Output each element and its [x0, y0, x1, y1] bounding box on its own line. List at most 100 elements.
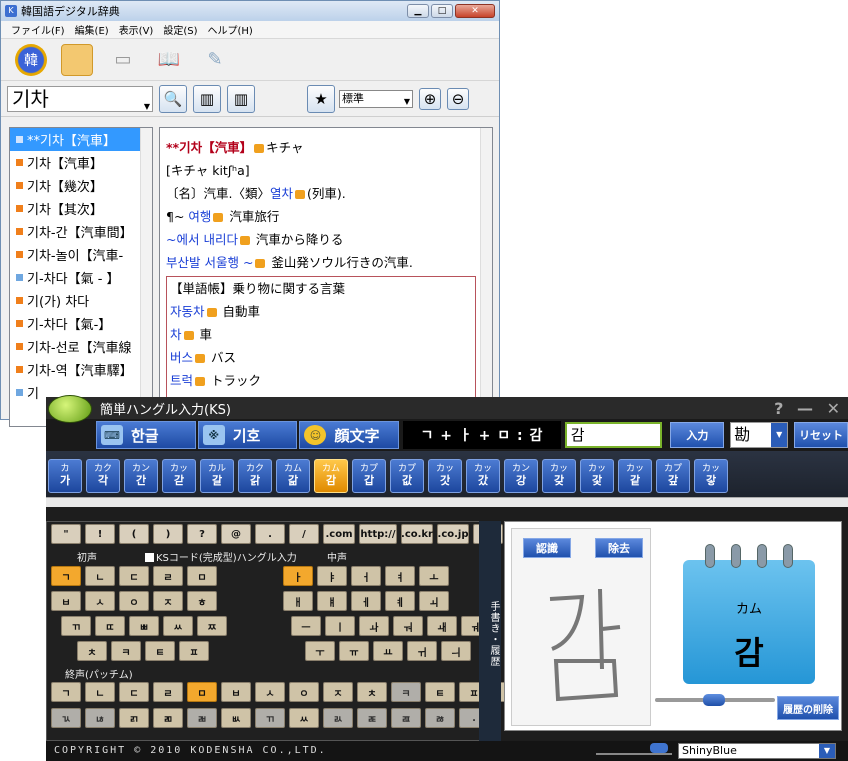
word-list[interactable]: **기차【汽車】 기차【汽車】 기차【幾次】 기차【其次】 기차-간【汽車間】 기차-놀이… [9, 127, 153, 427]
initial-key[interactable]: ㅉ [197, 616, 227, 636]
speaker-icon[interactable] [213, 213, 224, 222]
initial-key[interactable]: ㅂ [51, 591, 81, 611]
candidate-button[interactable]: カン 간 [124, 459, 158, 493]
medial-key[interactable]: ㅒ [317, 591, 347, 611]
medial-key[interactable]: ㅝ [393, 616, 423, 636]
word-list-item[interactable]: 기-차다【氣 - 】 [10, 266, 140, 289]
candidate-button[interactable]: カッ 갇 [162, 459, 196, 493]
zoom-out-icon[interactable]: ⊖ [447, 87, 469, 110]
medial-key[interactable]: ㅟ [407, 641, 437, 661]
medial-key[interactable]: ㅏ [283, 566, 313, 586]
final-key[interactable]: ㅅ [255, 682, 285, 702]
symbol-key[interactable]: @ [221, 524, 251, 544]
zoom-in-icon[interactable]: ⊕ [419, 87, 441, 110]
symbol-key[interactable]: .com [323, 524, 355, 544]
vocabulary-kr-link[interactable]: 차 [170, 327, 182, 342]
entry-scrollbar[interactable] [480, 128, 492, 426]
initial-key[interactable]: ㅅ [85, 591, 115, 611]
medial-key[interactable]: ㅛ [373, 641, 403, 661]
medial-key[interactable]: ㅣ [325, 616, 355, 636]
clear-history-button[interactable]: 履歴の削除 [777, 696, 839, 720]
skin-select[interactable]: ShinyBlue ▼ [678, 743, 836, 759]
final-compound-key[interactable]: ㅆ [289, 708, 319, 728]
speaker-icon[interactable] [206, 308, 217, 317]
word-list-item[interactable]: 기차-놀이【汽車- [10, 243, 140, 266]
symbol-key[interactable]: ! [85, 524, 115, 544]
search-input[interactable]: 기차 ▼ [7, 85, 153, 112]
menu-view[interactable]: 表示(V) [119, 22, 154, 37]
tab-emoji[interactable]: ☺ 顔文字 [299, 421, 400, 449]
final-key[interactable]: ㅋ [391, 682, 421, 702]
final-key[interactable]: ㅇ [289, 682, 319, 702]
speaker-icon[interactable] [295, 190, 305, 199]
symbol-key[interactable]: .co.kr [401, 524, 433, 544]
medial-key[interactable]: ㅓ [351, 566, 381, 586]
initial-key[interactable]: ㅌ [145, 641, 175, 661]
speaker-icon[interactable] [255, 259, 266, 268]
initial-key[interactable]: ㅋ [111, 641, 141, 661]
example-2-kr[interactable]: ~에서 내리다 [166, 232, 238, 247]
input-button[interactable]: 入力 [670, 422, 725, 448]
font-size-select[interactable]: 標準 ▼ [339, 89, 413, 108]
final-key[interactable]: ㄴ [85, 682, 115, 702]
slider-thumb[interactable] [703, 694, 725, 706]
word-list-item[interactable]: 기-차다【氣-】 [10, 312, 140, 335]
medial-key[interactable]: ㅐ [283, 591, 313, 611]
final-key[interactable]: ㄱ [51, 682, 81, 702]
medial-key[interactable]: ㅠ [339, 641, 369, 661]
final-compound-key[interactable]: ㅄ [221, 708, 251, 728]
initial-key[interactable]: ㅍ [179, 641, 209, 661]
menu-file[interactable]: ファイル(F) [11, 22, 65, 37]
medial-key[interactable]: ㅖ [385, 591, 415, 611]
word-list-item[interactable]: 기차【汽車】 [10, 151, 140, 174]
pen-icon[interactable]: ✎ [199, 44, 231, 76]
symbol-key[interactable]: ( [119, 524, 149, 544]
entry-synonym-link[interactable]: 열차 [270, 186, 293, 201]
initial-key[interactable]: ㄸ [95, 616, 125, 636]
word-list-scrollbar[interactable] [140, 128, 152, 426]
candidate-button[interactable]: カム 갊 [276, 459, 310, 493]
initial-key[interactable]: ㄱ [51, 566, 81, 586]
menu-edit[interactable]: 編集(E) [75, 22, 109, 37]
open-book-icon[interactable]: 📖 [153, 44, 185, 76]
close-button[interactable]: ✕ [455, 4, 495, 18]
speaker-icon[interactable] [183, 331, 194, 340]
medial-key[interactable]: ㅜ [305, 641, 335, 661]
word-list-item[interactable]: **기차【汽車】 [10, 128, 140, 151]
speaker-icon[interactable] [239, 236, 250, 245]
medial-key[interactable]: ㅗ [419, 566, 449, 586]
kan-icon[interactable]: 韓 [15, 43, 47, 76]
final-key[interactable]: ㅂ [221, 682, 251, 702]
slider-thumb[interactable] [650, 743, 668, 753]
candidate-button[interactable]: カッ 갖 [542, 459, 576, 493]
candidate-button[interactable]: カン 강 [504, 459, 538, 493]
vocabulary-kr-link[interactable]: 트럭 [170, 373, 193, 388]
window-controls[interactable]: ? — ✕ [774, 399, 844, 418]
ks-code-checkbox[interactable]: KSコード(完成型)ハングル入力 [145, 549, 297, 564]
speaker-icon[interactable] [195, 377, 206, 386]
symbol-key[interactable]: . [255, 524, 285, 544]
symbol-key[interactable]: " [51, 524, 81, 544]
favorite-star-icon[interactable]: ★ [307, 84, 335, 113]
final-key[interactable]: ㅈ [323, 682, 353, 702]
initial-key[interactable]: ㄷ [119, 566, 149, 586]
final-compound-key[interactable]: ㄾ [357, 708, 387, 728]
final-compound-key[interactable]: ㅀ [425, 708, 455, 728]
final-compound-key[interactable]: ㄽ [323, 708, 353, 728]
dictionary-book-icon[interactable]: ▥ [193, 84, 221, 113]
clear-button[interactable]: 除去 [595, 538, 643, 558]
kanji-select[interactable]: 勘 ▼ [730, 422, 789, 448]
word-list-item[interactable]: 기차【幾次】 [10, 174, 140, 197]
symbol-key[interactable]: http:// [359, 524, 397, 544]
example-3-kr[interactable]: 부산발 서울행 ~ [166, 255, 253, 270]
reset-button[interactable]: リセット [794, 422, 848, 448]
candidate-button[interactable]: カッ 갔 [466, 459, 500, 493]
history-slider[interactable] [655, 694, 775, 706]
example-1-kr[interactable]: 여행 [188, 209, 211, 224]
tab-symbol[interactable]: ※ 기호 [197, 421, 298, 449]
candidate-button[interactable]: カク 각 [86, 459, 120, 493]
medial-key[interactable]: ㅢ [441, 641, 471, 661]
initial-key[interactable]: ㅊ [77, 641, 107, 661]
speaker-icon[interactable] [195, 354, 206, 363]
final-compound-key[interactable]: ㄳ [51, 708, 81, 728]
